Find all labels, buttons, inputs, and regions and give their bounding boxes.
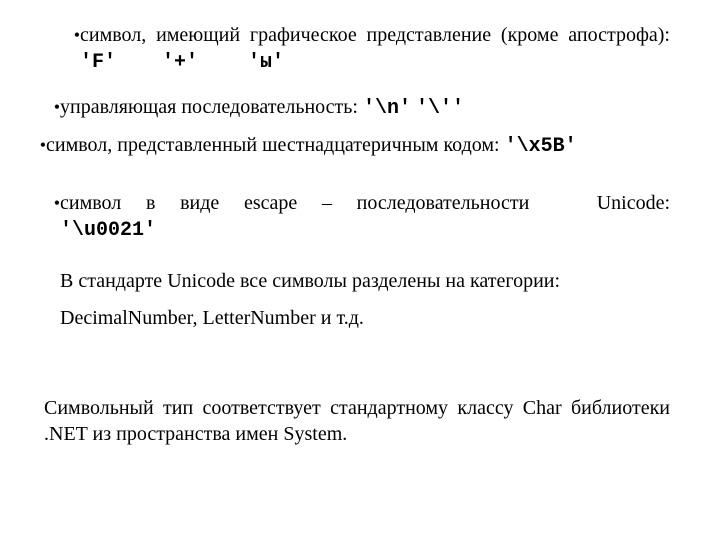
bullet-2-text: управляющая последовательность: '\n' '\'… <box>60 94 670 122</box>
paragraph-unicode-intro: В стандарте Unicode все символы разделен… <box>60 268 670 294</box>
bullet-icon: • <box>52 24 80 48</box>
bullet-4-text: символ в виде escape – последовательност… <box>60 190 670 216</box>
bullet-4-part2: Unicode: <box>597 192 670 214</box>
paragraph-char-net: Символьный тип соответствует стандартном… <box>44 395 670 448</box>
bullet-1-code-2: '+' <box>162 51 198 74</box>
bullet-1-code-1: 'F' <box>80 51 116 74</box>
bullet-icon: • <box>32 134 46 158</box>
bullet-2-code-1: '\n' <box>363 97 411 120</box>
bullet-1-text: символ, имеющий графическое представлени… <box>80 22 670 77</box>
bullet-3-code-1: '\x5B' <box>505 135 577 158</box>
bullet-2-code-2: '\'' <box>416 97 464 120</box>
bullet-1-code-3: 'ы' <box>248 51 284 74</box>
bullet-3-text: символ, представленный шестнадцатеричным… <box>46 132 696 160</box>
bullet-4-code-1: '\u0021' <box>60 219 156 242</box>
bullet-1-pre: символ, имеющий графическое представлени… <box>80 24 670 46</box>
bullet-icon: • <box>42 96 60 120</box>
bullet-4-part1: символ в виде escape – последовательност… <box>60 192 529 214</box>
bullet-2-pre: управляющая последовательность: <box>60 96 363 118</box>
bullet-3-pre: символ, представленный шестнадцатеричным… <box>46 134 505 156</box>
paragraph-unicode-categories: DecimalNumber, LetterNumber и т.д. <box>60 305 670 331</box>
bullet-icon: • <box>42 192 60 216</box>
